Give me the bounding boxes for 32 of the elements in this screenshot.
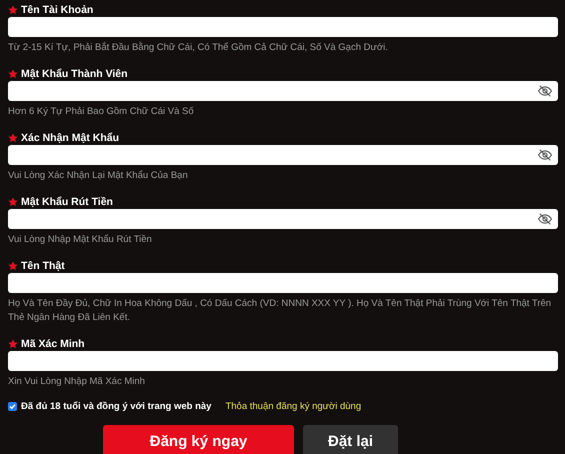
field-hint: Họ Và Tên Đầy Đủ, Chữ In Hoa Không Dấu , Có Dấu Cách (VD: NNNN XXX YY ). Họ Và Tên Thật Phải Trùng Với Tên Thật Trên Thẻ Ngân Hàng Đã Liên Kết. [8, 297, 552, 325]
eye-slash-icon[interactable] [538, 213, 552, 225]
required-star-icon [8, 69, 18, 79]
field-hint: Xin Vui Lòng Nhập Mã Xác Minh [8, 375, 146, 389]
required-star-icon [8, 339, 18, 349]
input-field[interactable] [8, 209, 558, 229]
reset-button[interactable]: Đặt lại [303, 425, 398, 454]
input-field[interactable] [8, 145, 558, 165]
field-label: Mã Xác Minh [21, 338, 85, 350]
required-star-icon [8, 197, 18, 207]
field-hint: Vui Lòng Nhập Mật Khẩu Rút Tiền [8, 233, 153, 247]
field-label: Mật Khẩu Thành Viên [21, 68, 128, 80]
field-label: Tên Thật [21, 260, 65, 272]
required-star-icon [8, 261, 18, 271]
user-agreement-link[interactable]: Thỏa thuận đăng ký người dùng [225, 401, 362, 412]
input-field[interactable] [8, 17, 558, 37]
required-star-icon [8, 5, 18, 15]
field-label: Tên Tài Khoản [21, 4, 94, 16]
register-button[interactable]: Đăng ký ngay [103, 425, 294, 454]
eye-slash-icon[interactable] [538, 85, 552, 97]
agree-checkbox[interactable] [8, 402, 17, 411]
eye-slash-icon[interactable] [538, 149, 552, 161]
field-hint: Hơn 6 Ký Tự Phải Bao Gồm Chữ Cái Và Số [8, 105, 195, 119]
input-field[interactable] [8, 81, 558, 101]
required-star-icon [8, 133, 18, 143]
agree-label: Đã đủ 18 tuổi và đồng ý với trang web này [21, 401, 212, 412]
input-field[interactable] [8, 273, 558, 293]
field-hint: Từ 2-15 Kí Tự, Phải Bắt Đầu Bằng Chữ Cái, Có Thể Gồm Cả Chữ Cái, Số Và Gạch Dưới. [8, 41, 389, 55]
input-field[interactable] [8, 351, 558, 371]
field-hint: Vui Lòng Xác Nhận Lại Mật Khẩu Của Bạn [8, 169, 189, 183]
field-label: Xác Nhận Mật Khẩu [21, 132, 120, 144]
field-label: Mật Khẩu Rút Tiền [21, 196, 113, 208]
